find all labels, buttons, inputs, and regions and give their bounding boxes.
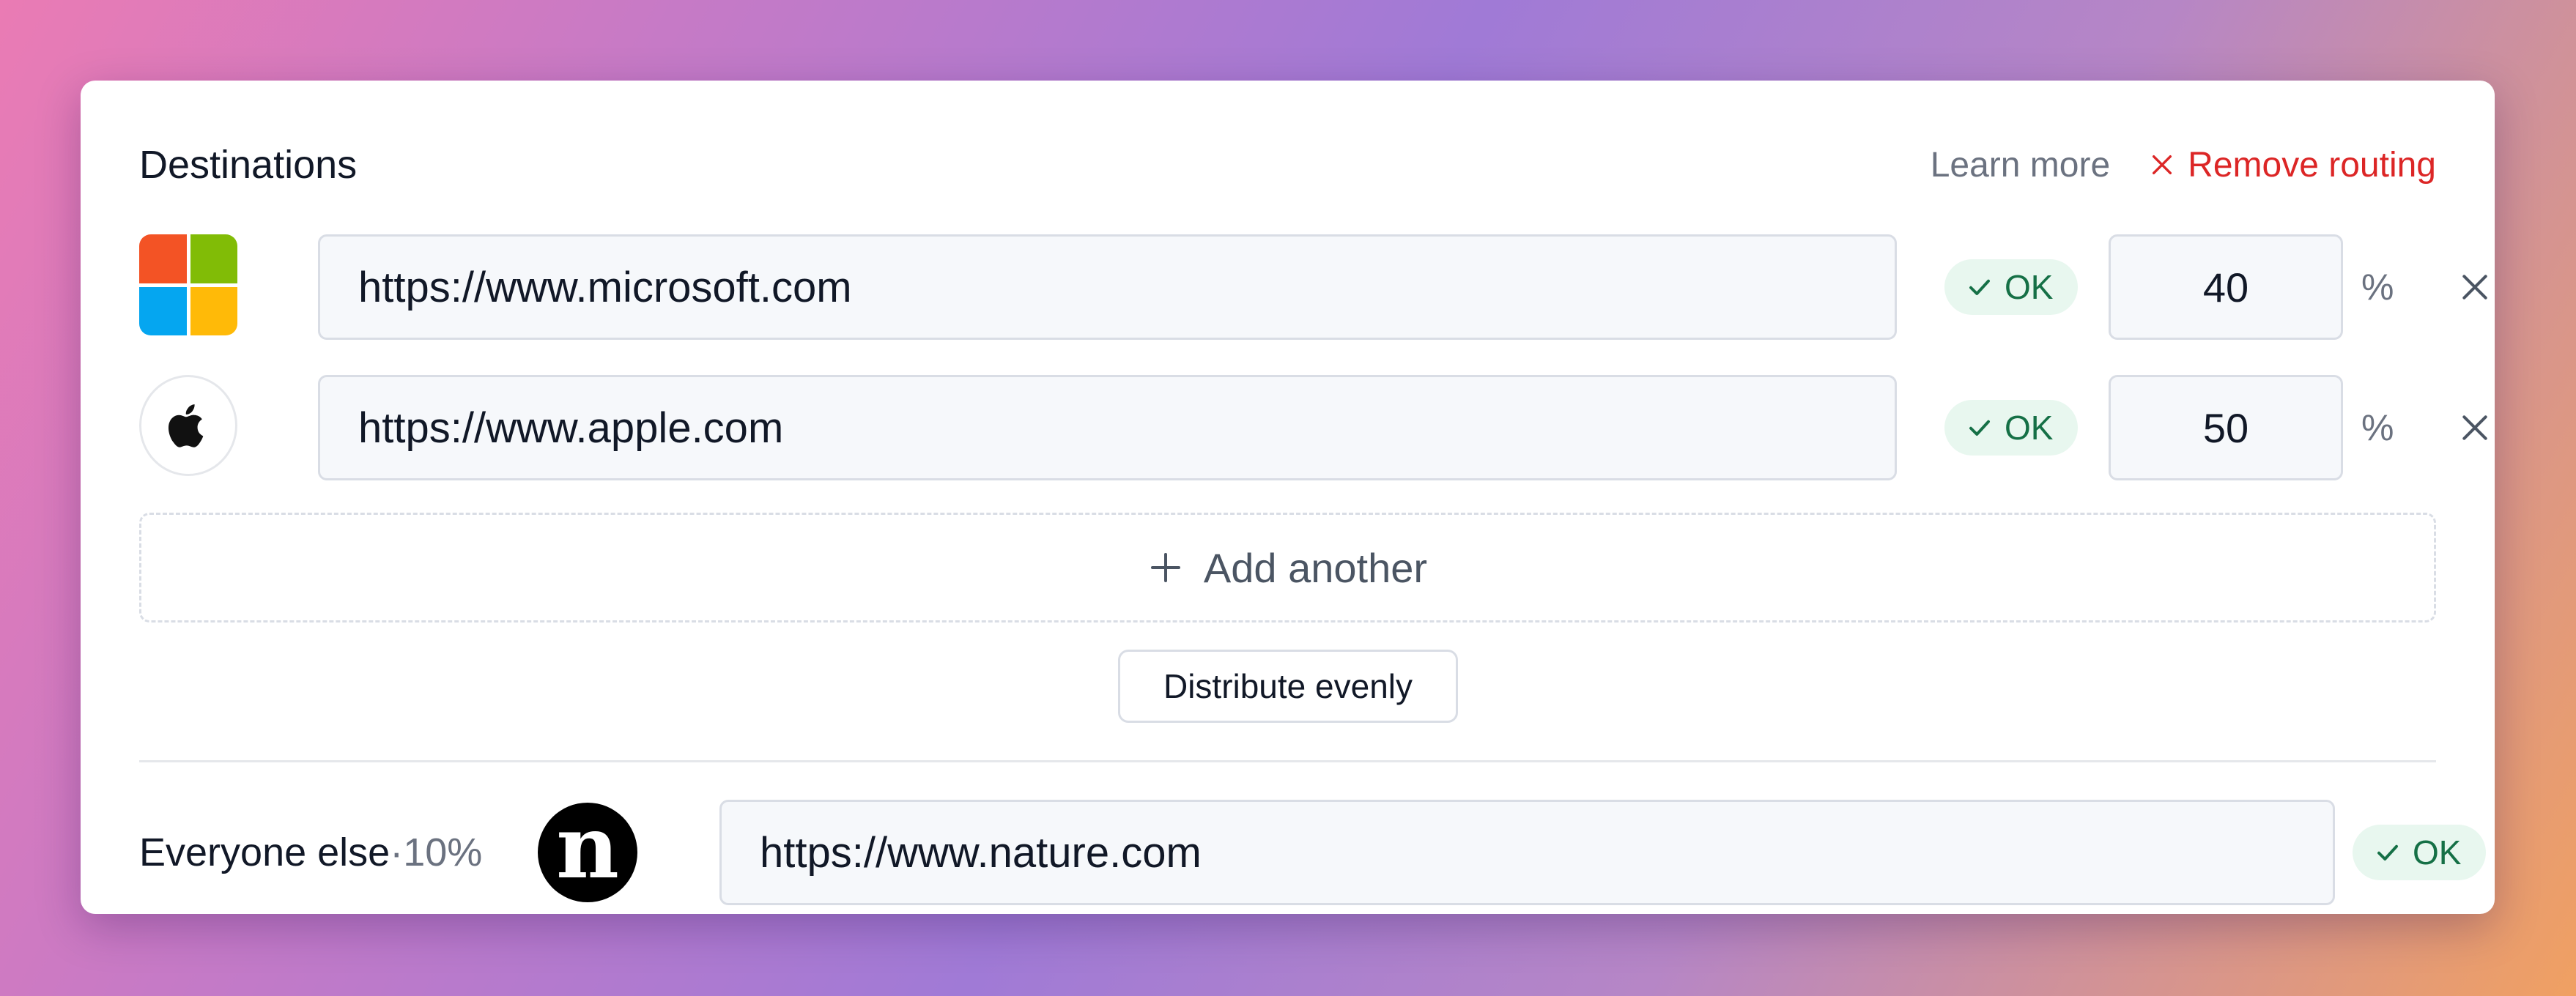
separator: · bbox=[390, 830, 404, 874]
check-icon bbox=[1969, 279, 1990, 295]
destination-url-input[interactable]: https://www.microsoft.com bbox=[318, 234, 1897, 340]
learn-more-link[interactable]: Learn more bbox=[1931, 145, 2110, 185]
percent-sign: % bbox=[2361, 267, 2394, 308]
destination-row: https://www.apple.com OK 50 % bbox=[139, 375, 2487, 480]
destinations-header: Destinations Learn more Remove routing bbox=[139, 139, 2436, 190]
everyone-else-percent: 10% bbox=[403, 830, 483, 874]
remove-routing-label: Remove routing bbox=[2188, 145, 2436, 185]
apple-logo-icon bbox=[139, 375, 237, 476]
close-icon bbox=[2153, 155, 2172, 175]
distribute-evenly-button[interactable]: Distribute evenly bbox=[1118, 650, 1458, 723]
status-label: OK bbox=[2413, 833, 2462, 871]
check-icon bbox=[2377, 844, 2398, 861]
fallback-url-input[interactable]: https://www.nature.com bbox=[719, 800, 2335, 905]
remove-destination-button[interactable] bbox=[2447, 259, 2495, 315]
status-label: OK bbox=[2005, 409, 2054, 447]
percent-sign: % bbox=[2361, 407, 2394, 448]
close-icon bbox=[2462, 275, 2487, 300]
divider bbox=[139, 760, 2436, 762]
everyone-else-label: Everyone else · 10% bbox=[139, 800, 482, 905]
destination-row: https://www.microsoft.com OK 40 % bbox=[139, 234, 2487, 340]
add-another-label: Add another bbox=[1203, 544, 1428, 591]
routing-card: Destinations Learn more Remove routing h… bbox=[81, 81, 2495, 914]
remove-destination-button[interactable] bbox=[2447, 400, 2495, 456]
nature-logo-icon: n bbox=[538, 803, 637, 902]
status-badge: OK bbox=[2353, 825, 2487, 880]
everyone-else-text: Everyone else bbox=[139, 830, 391, 874]
plus-icon bbox=[1150, 553, 1180, 582]
status-label: OK bbox=[2005, 268, 2054, 306]
section-title: Destinations bbox=[139, 143, 358, 187]
check-icon bbox=[1969, 420, 1990, 436]
close-icon bbox=[2462, 415, 2487, 440]
destination-url-input[interactable]: https://www.apple.com bbox=[318, 375, 1897, 480]
everyone-else-row: Everyone else · 10% n https://www.nature… bbox=[139, 800, 2487, 905]
add-another-button[interactable]: Add another bbox=[139, 513, 2436, 622]
percent-input[interactable]: 50 bbox=[2109, 375, 2343, 480]
status-badge: OK bbox=[1944, 400, 2079, 456]
status-badge: OK bbox=[1944, 259, 2079, 315]
remove-routing-button[interactable]: Remove routing bbox=[2150, 145, 2436, 185]
microsoft-logo-icon bbox=[139, 234, 237, 335]
percent-input[interactable]: 40 bbox=[2109, 234, 2343, 340]
